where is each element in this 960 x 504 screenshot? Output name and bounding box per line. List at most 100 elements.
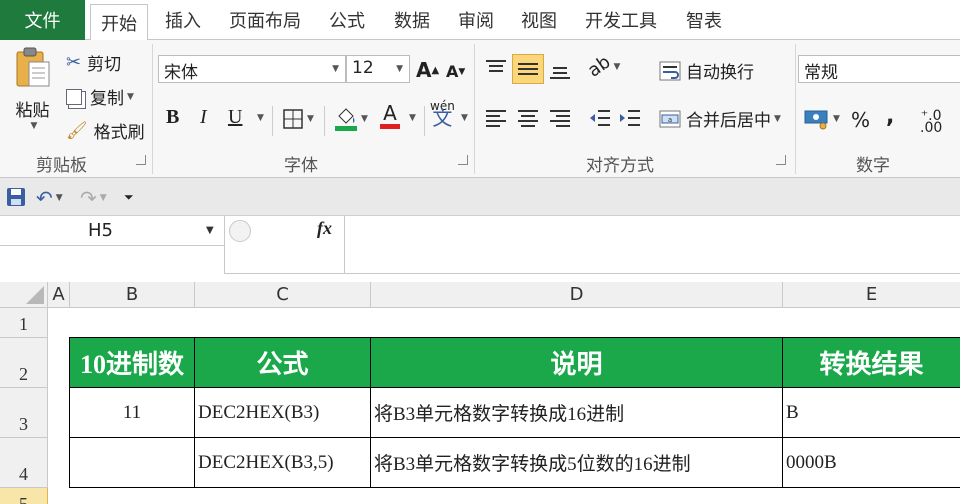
- column-header-c[interactable]: C: [195, 282, 371, 308]
- align-bottom-icon: [550, 67, 570, 79]
- header-cell-formula[interactable]: 公式: [195, 338, 371, 388]
- underline-button[interactable]: U: [228, 106, 242, 129]
- align-middle-button[interactable]: [512, 54, 544, 84]
- italic-button[interactable]: I: [200, 106, 207, 129]
- customize-qat-icon[interactable]: ⏷: [124, 190, 134, 205]
- brush-icon: 🖌: [66, 120, 88, 141]
- row-header-4[interactable]: 4: [0, 438, 48, 488]
- paste-label: 粘贴: [15, 101, 50, 121]
- tab-smart-table[interactable]: 智表: [686, 0, 722, 40]
- decrease-indent-button[interactable]: [588, 108, 612, 128]
- chevron-down-icon: ▼: [332, 64, 339, 74]
- table-cell[interactable]: DEC2HEX(B3): [195, 388, 371, 438]
- increase-font-icon[interactable]: A ▲: [416, 58, 439, 82]
- increase-indent-button[interactable]: [618, 108, 642, 128]
- row-header-2[interactable]: 2: [0, 338, 48, 388]
- table-cell[interactable]: 0000B: [783, 438, 960, 488]
- table-cell[interactable]: [70, 438, 195, 488]
- table-cell[interactable]: B: [783, 388, 960, 438]
- column-header-b[interactable]: B: [70, 282, 195, 308]
- align-left-button[interactable]: [484, 108, 508, 128]
- table-cell[interactable]: DEC2HEX(B3,5): [195, 438, 371, 488]
- column-header-d[interactable]: D: [371, 282, 783, 308]
- font-name-select[interactable]: 宋体 ▼: [158, 55, 346, 83]
- comma-button[interactable]: ,: [886, 104, 894, 129]
- font-size-value: 12: [352, 58, 374, 78]
- chevron-down-icon: ▼: [613, 61, 621, 72]
- divider: [272, 106, 273, 136]
- tab-file[interactable]: 文件: [0, 0, 85, 40]
- percent-button[interactable]: %: [851, 108, 870, 132]
- paste-button[interactable]: 粘贴 ▼: [10, 46, 55, 146]
- tab-home[interactable]: 开始: [90, 4, 148, 41]
- row-header-3[interactable]: 3: [0, 388, 48, 438]
- align-bottom-button[interactable]: [548, 60, 572, 80]
- decrease-font-icon[interactable]: A ▼: [446, 62, 465, 81]
- align-top-icon: [486, 60, 506, 72]
- clipboard-launcher-icon[interactable]: [136, 155, 146, 165]
- format-painter-button[interactable]: 🖌 格式刷: [66, 118, 145, 144]
- insert-function-icon[interactable]: fx: [317, 218, 332, 239]
- chevron-down-icon: ▼: [127, 91, 134, 102]
- format-painter-label: 格式刷: [93, 123, 145, 143]
- tab-view[interactable]: 视图: [521, 0, 557, 40]
- decrease-indent-icon: [590, 110, 610, 126]
- chevron-down-icon: ▼: [396, 64, 403, 74]
- column-header-a[interactable]: A: [48, 282, 70, 308]
- borders-button[interactable]: ▼: [282, 108, 314, 130]
- redo-button[interactable]: ↷ ▼: [80, 186, 107, 210]
- save-button[interactable]: [6, 187, 26, 207]
- tab-data[interactable]: 数据: [394, 0, 430, 40]
- chevron-down-icon: ▼: [409, 113, 416, 123]
- font-launcher-icon[interactable]: [458, 155, 468, 165]
- tab-review[interactable]: 审阅: [458, 0, 494, 40]
- underline-dropdown[interactable]: ▼: [254, 113, 264, 123]
- font-name-value: 宋体: [164, 63, 198, 83]
- divider: [324, 106, 325, 136]
- wrap-text-button[interactable]: 自动换行: [658, 58, 754, 83]
- number-format-select[interactable]: 常规: [798, 55, 960, 83]
- tab-formulas[interactable]: 公式: [329, 0, 365, 40]
- font-group-label: 字体: [284, 156, 318, 176]
- alignment-launcher-icon[interactable]: [776, 155, 786, 165]
- ribbon-tab-bar: 文件 开始 插入 页面布局 公式 数据 审阅 视图 开发工具 智表: [0, 0, 960, 41]
- phonetic-dropdown[interactable]: ▼: [458, 113, 468, 123]
- accounting-format-button[interactable]: ▼: [804, 108, 840, 130]
- align-center-button[interactable]: [516, 108, 540, 128]
- chevron-down-icon: ▼: [55, 193, 63, 203]
- save-icon: [7, 188, 25, 206]
- increase-decimal-button[interactable]: ⁺.0 .00: [920, 109, 942, 135]
- name-box-value: H5: [88, 220, 113, 241]
- align-top-button[interactable]: [484, 58, 508, 78]
- column-header-e[interactable]: E: [783, 282, 960, 308]
- table-cell[interactable]: 将B3单元格数字转换成5位数的16进制: [371, 438, 783, 488]
- font-color-dropdown[interactable]: ▼: [406, 113, 416, 123]
- phonetic-button[interactable]: wén 文: [430, 100, 455, 128]
- header-cell-result[interactable]: 转换结果: [783, 338, 960, 388]
- row-header-5[interactable]: 5: [0, 488, 48, 504]
- align-middle-icon: [518, 63, 538, 75]
- merge-center-button[interactable]: a 合并后居中 ▼: [658, 106, 781, 131]
- header-cell-decimal[interactable]: 10进制数: [70, 338, 195, 388]
- select-all-corner[interactable]: [0, 282, 48, 308]
- header-cell-description[interactable]: 说明: [371, 338, 783, 388]
- bold-button[interactable]: B: [166, 106, 179, 129]
- tab-page-layout[interactable]: 页面布局: [229, 0, 301, 40]
- chevron-down-icon: ▼: [257, 113, 264, 123]
- formula-input[interactable]: [346, 216, 960, 274]
- table-cell[interactable]: 将B3单元格数字转换成16进制: [371, 388, 783, 438]
- name-box[interactable]: H5 ▼: [0, 216, 225, 246]
- fill-color-button[interactable]: ▼: [334, 106, 368, 132]
- table-cell[interactable]: 11: [70, 388, 195, 438]
- copy-button[interactable]: 复制 ▼: [66, 84, 134, 109]
- undo-button[interactable]: ↶ ▼: [36, 186, 63, 210]
- align-right-button[interactable]: [548, 108, 572, 128]
- row-header-1[interactable]: 1: [0, 308, 48, 338]
- font-color-button[interactable]: A: [380, 102, 400, 129]
- font-size-select[interactable]: 12 ▼: [346, 55, 410, 83]
- font-color-letter: A: [383, 101, 397, 125]
- orientation-button[interactable]: ab ▼: [584, 51, 621, 81]
- tab-developer[interactable]: 开发工具: [585, 0, 657, 40]
- tab-insert[interactable]: 插入: [165, 0, 201, 40]
- cut-button[interactable]: ✂ 剪切: [66, 50, 121, 75]
